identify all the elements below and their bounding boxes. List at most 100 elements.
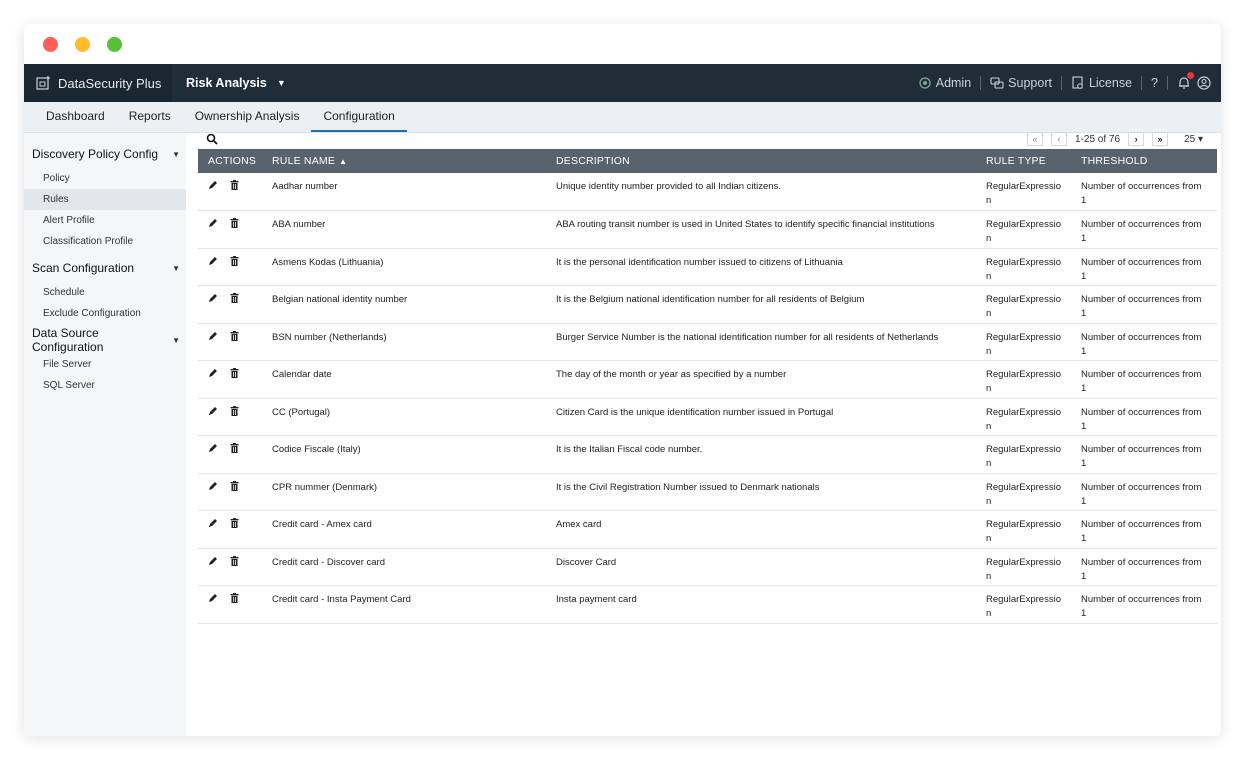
sidebar-item-schedule[interactable]: Schedule bbox=[24, 282, 186, 303]
threshold-cell: Number of occurrences from 1 bbox=[1071, 173, 1217, 211]
delete-icon[interactable] bbox=[230, 293, 239, 308]
help-icon[interactable]: ? bbox=[1151, 76, 1158, 90]
edit-icon[interactable] bbox=[208, 180, 218, 195]
sidebar-group-discovery-policy[interactable]: Discovery Policy Config ▼ bbox=[24, 145, 186, 163]
table-row[interactable]: CC (Portugal) Citizen Card is the unique … bbox=[198, 398, 1217, 436]
edit-icon[interactable] bbox=[208, 443, 218, 458]
sidebar-item-rules[interactable]: Rules bbox=[24, 189, 186, 210]
rule-name-cell[interactable]: ABA number bbox=[262, 210, 546, 249]
description-cell: Amex card bbox=[546, 510, 976, 549]
delete-icon[interactable] bbox=[230, 443, 239, 458]
delete-icon[interactable] bbox=[230, 593, 239, 608]
delete-icon[interactable] bbox=[230, 330, 239, 346]
sidebar-group-data-source-configuration[interactable]: Data Source Configuration ▼ bbox=[24, 326, 186, 354]
delete-icon[interactable] bbox=[230, 555, 239, 571]
rule-name-cell[interactable]: Belgian national identity number bbox=[262, 285, 546, 324]
first-page-button[interactable]: « bbox=[1027, 132, 1044, 146]
table-row[interactable]: Belgian national identity number It is th… bbox=[198, 285, 1217, 324]
table-body: Aadhar number Unique identity number prov… bbox=[198, 173, 1217, 624]
rule-name-cell[interactable]: Credit card - Amex card bbox=[262, 510, 546, 549]
license-link[interactable]: License bbox=[1071, 76, 1132, 90]
delete-icon[interactable] bbox=[230, 518, 239, 533]
sidebar-item-alert-profile[interactable]: Alert Profile bbox=[24, 210, 186, 231]
sidebar-item-exclude-configuration[interactable]: Exclude Configuration bbox=[24, 303, 186, 324]
pagination: « ‹ 1-25 of 76 › » 25 ▾ bbox=[1027, 132, 1203, 146]
delete-icon[interactable] bbox=[230, 368, 239, 383]
close-window-button[interactable] bbox=[43, 37, 58, 52]
table-row[interactable]: ABA number ABA routing transit number is … bbox=[198, 210, 1217, 249]
edit-icon[interactable] bbox=[208, 593, 218, 608]
sidebar-item-classification-profile[interactable]: Classification Profile bbox=[24, 231, 186, 252]
admin-link[interactable]: Admin bbox=[918, 76, 971, 90]
description-cell: It is the Civil Registration Number issu… bbox=[546, 473, 976, 511]
search-icon[interactable] bbox=[206, 133, 218, 145]
per-page-select[interactable]: 25 ▾ bbox=[1184, 134, 1203, 145]
table-row[interactable]: Credit card - Insta Payment Card Insta pa… bbox=[198, 585, 1217, 624]
edit-icon[interactable] bbox=[208, 368, 218, 383]
sidebar-group-label: Data Source Configuration bbox=[32, 326, 104, 354]
brand-logo[interactable]: DataSecurity Plus bbox=[24, 64, 172, 102]
chevron-down-icon: ▼ bbox=[276, 78, 286, 88]
table-row[interactable]: Asmens Kodas (Lithuania) It is the person… bbox=[198, 248, 1217, 286]
delete-icon[interactable] bbox=[230, 405, 239, 421]
rule-type-cell: RegularExpression bbox=[976, 173, 1071, 211]
edit-icon[interactable] bbox=[208, 481, 218, 496]
edit-icon[interactable] bbox=[208, 556, 218, 571]
table-row[interactable]: Credit card - Discover card Discover Card… bbox=[198, 548, 1217, 586]
table-row[interactable]: Calendar date The day of the month or yea… bbox=[198, 360, 1217, 399]
delete-icon[interactable] bbox=[230, 255, 239, 271]
maximize-window-button[interactable] bbox=[107, 37, 122, 52]
description-cell: Discover Card bbox=[546, 548, 976, 586]
tab-dashboard[interactable]: Dashboard bbox=[34, 102, 117, 132]
support-link[interactable]: Support bbox=[990, 76, 1052, 90]
delete-icon[interactable] bbox=[230, 480, 239, 496]
edit-icon[interactable] bbox=[208, 518, 218, 533]
sidebar-item-sql-server[interactable]: SQL Server bbox=[24, 375, 186, 396]
rule-name-cell[interactable]: Asmens Kodas (Lithuania) bbox=[262, 248, 546, 286]
license-label: License bbox=[1088, 76, 1133, 90]
threshold-cell: Number of occurrences from 1 bbox=[1071, 510, 1217, 549]
sidebar-group-scan-configuration[interactable]: Scan Configuration ▼ bbox=[24, 259, 186, 277]
rule-name-cell[interactable]: CC (Portugal) bbox=[262, 398, 546, 436]
tab-ownership-analysis[interactable]: Ownership Analysis bbox=[183, 102, 312, 132]
delete-icon[interactable] bbox=[230, 180, 239, 195]
sidebar-item-file-server[interactable]: File Server bbox=[24, 354, 186, 375]
chevron-down-icon: ▾ bbox=[1197, 133, 1203, 145]
rule-name-cell[interactable]: Calendar date bbox=[262, 360, 546, 399]
user-profile-button[interactable] bbox=[1197, 76, 1211, 90]
threshold-cell: Number of occurrences from 1 bbox=[1071, 435, 1217, 474]
description-cell: It is the Belgium national identificatio… bbox=[546, 285, 976, 324]
table-row[interactable]: Aadhar number Unique identity number prov… bbox=[198, 173, 1217, 211]
rule-name-cell[interactable]: Aadhar number bbox=[262, 173, 546, 211]
table-row[interactable]: CPR nummer (Denmark) It is the Civil Regi… bbox=[198, 473, 1217, 511]
edit-icon[interactable] bbox=[208, 218, 218, 233]
edit-icon[interactable] bbox=[208, 406, 218, 421]
prev-page-button[interactable]: ‹ bbox=[1051, 132, 1068, 146]
sidebar-item-policy[interactable]: Policy bbox=[24, 168, 186, 189]
rule-name-cell[interactable]: Credit card - Discover card bbox=[262, 548, 546, 586]
notifications-button[interactable] bbox=[1177, 72, 1194, 90]
tab-configuration[interactable]: Configuration bbox=[311, 102, 407, 132]
rule-name-cell[interactable]: BSN number (Netherlands) bbox=[262, 323, 546, 361]
main-tabs: Dashboard Reports Ownership Analysis Con… bbox=[24, 102, 1221, 133]
row-actions bbox=[198, 398, 262, 436]
column-header-rule-name[interactable]: RULE NAME ▲ bbox=[262, 149, 546, 173]
table-row[interactable]: BSN number (Netherlands) Burger Service N… bbox=[198, 323, 1217, 361]
minimize-window-button[interactable] bbox=[75, 37, 90, 52]
rule-name-cell[interactable]: Credit card - Insta Payment Card bbox=[262, 585, 546, 624]
edit-icon[interactable] bbox=[208, 256, 218, 271]
table-row[interactable]: Credit card - Amex card Amex card RegularE… bbox=[198, 510, 1217, 549]
rule-name-cell[interactable]: Codice Fiscale (Italy) bbox=[262, 435, 546, 474]
row-actions bbox=[198, 248, 262, 286]
rule-name-cell[interactable]: CPR nummer (Denmark) bbox=[262, 473, 546, 511]
description-cell: Citizen Card is the unique identificatio… bbox=[546, 398, 976, 436]
edit-icon[interactable] bbox=[208, 331, 218, 346]
last-page-button[interactable]: » bbox=[1152, 132, 1169, 146]
delete-icon[interactable] bbox=[230, 218, 239, 233]
module-switcher[interactable]: Risk Analysis ▼ bbox=[186, 76, 286, 90]
next-page-button[interactable]: › bbox=[1128, 132, 1145, 146]
table-row[interactable]: Codice Fiscale (Italy) It is the Italian … bbox=[198, 435, 1217, 474]
tab-reports[interactable]: Reports bbox=[117, 102, 183, 132]
edit-icon[interactable] bbox=[208, 293, 218, 308]
rule-type-cell: RegularExpression bbox=[976, 323, 1071, 361]
